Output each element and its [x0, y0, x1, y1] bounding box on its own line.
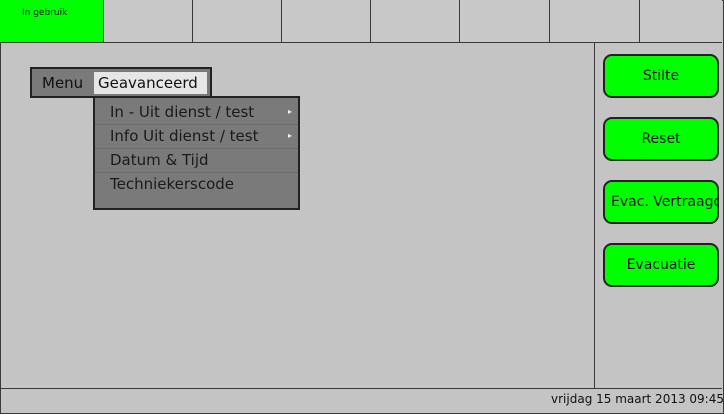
tab-empty-5[interactable] [371, 0, 460, 42]
menu-label: Menu [42, 74, 84, 92]
tab-empty-4[interactable] [282, 0, 371, 42]
menu-bar: Menu Geavanceerd [30, 67, 212, 98]
menu-item-info-uit-dienst-test[interactable]: Info Uit dienst / test ▸ [95, 125, 298, 149]
tab-empty-2[interactable] [104, 0, 193, 42]
reset-button[interactable]: Reset [603, 117, 719, 161]
tab-empty-7[interactable] [550, 0, 640, 42]
tab-empty-6[interactable] [460, 0, 550, 42]
tab-in-gebruik[interactable]: In gebruik [0, 0, 104, 42]
tab-empty-8[interactable] [640, 0, 722, 42]
status-datetime: vrijdag 15 maart 2013 09:45 [551, 392, 724, 406]
dropdown-menu: In - Uit dienst / test ▸ Info Uit dienst… [93, 96, 300, 210]
menu-geavanceerd[interactable]: Geavanceerd [94, 72, 207, 94]
evacuatie-button[interactable]: Evacuatie [603, 243, 719, 287]
submenu-arrow-icon: ▸ [287, 131, 292, 140]
menu-item-label: In - Uit dienst / test [110, 103, 255, 121]
button-panel-divider [594, 43, 595, 389]
menu-item-datum-tijd[interactable]: Datum & Tijd [95, 149, 298, 173]
tab-bar: In gebruik [0, 0, 722, 43]
tab-in-gebruik-label: In gebruik [22, 8, 68, 18]
menu-item-label: Info Uit dienst / test [110, 127, 259, 145]
tab-empty-3[interactable] [193, 0, 282, 42]
menu-item-label: Datum & Tijd [110, 151, 209, 169]
submenu-arrow-icon: ▸ [287, 107, 292, 116]
menu-item-techniekerscode[interactable]: Techniekerscode [95, 173, 298, 197]
stilte-button[interactable]: Stilte [603, 54, 719, 98]
evac-vertraagd-button[interactable]: Evac. Vertraagd [603, 180, 719, 224]
menu-item-label: Techniekerscode [110, 175, 235, 193]
menu-item-in-uit-dienst-test[interactable]: In - Uit dienst / test ▸ [95, 101, 298, 125]
status-divider [0, 388, 722, 389]
